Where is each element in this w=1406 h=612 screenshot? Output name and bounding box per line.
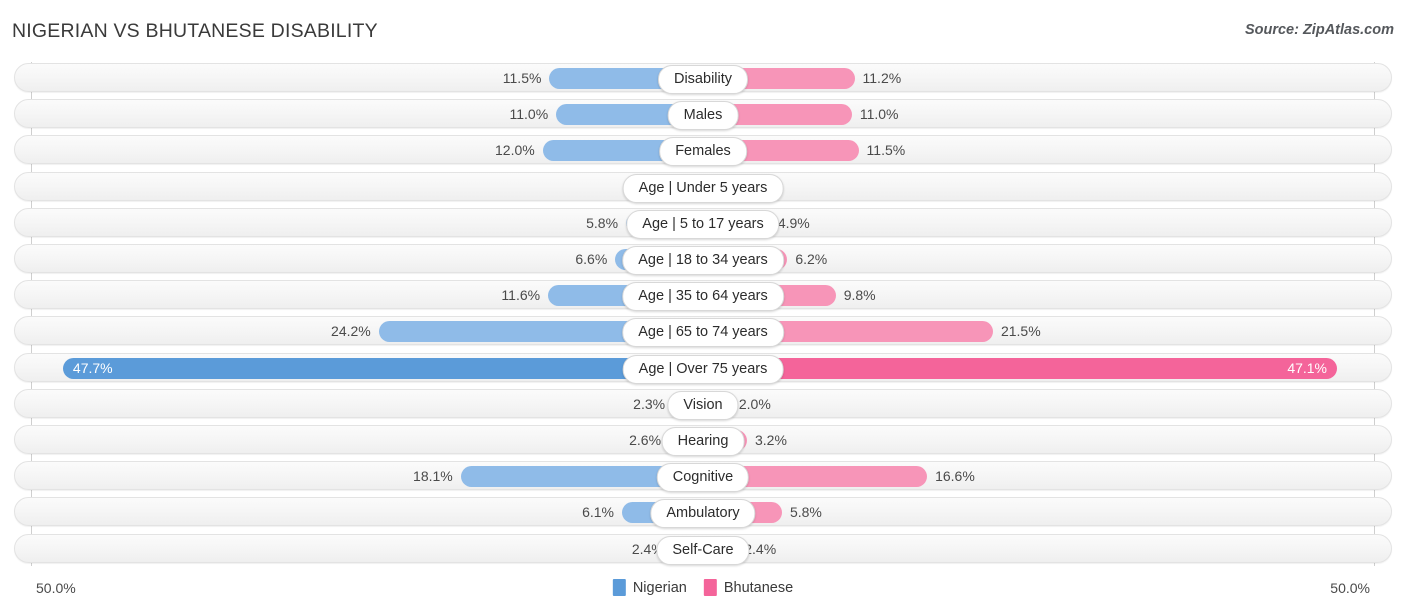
- chart-row[interactable]: 6.6% 6.2% Age | 18 to 34 years: [14, 244, 1392, 275]
- legend-item[interactable]: Nigerian: [612, 579, 687, 596]
- legend-swatch-icon: [612, 579, 626, 596]
- value-label-nigerian: 24.2%: [331, 323, 371, 340]
- chart-row[interactable]: 5.8% 4.9% Age | 5 to 17 years: [14, 207, 1392, 239]
- chart-row[interactable]: 11.6% 9.8% Age | 35 to 64 years: [14, 280, 1392, 312]
- category-label[interactable]: Age | 65 to 74 years: [622, 318, 784, 348]
- legend-item[interactable]: Bhutanese: [703, 579, 794, 596]
- chart-footer: 50.0% 50.0% Nigerian Bhutanese: [0, 570, 1406, 612]
- value-label-nigerian: 11.6%: [501, 287, 541, 304]
- value-label-bhutanese: 11.5%: [866, 142, 906, 159]
- chart-row[interactable]: 2.3% 2.0% Vision: [14, 388, 1392, 420]
- value-label-nigerian: 11.5%: [502, 70, 542, 86]
- value-label-nigerian: 11.0%: [509, 106, 549, 123]
- chart-plot-area: 11.5% 11.2% Disability 11.0% 11.0% Males 12.0%…: [0, 58, 1406, 570]
- value-label-bhutanese: 2.4%: [744, 540, 777, 557]
- chart-row[interactable]: 18.1% 16.6% Cognitive: [14, 461, 1392, 493]
- value-label-bhutanese: 11.0%: [859, 106, 899, 123]
- value-label-bhutanese: 47.1%: [1287, 359, 1328, 376]
- axis-tick-right: 50.0%: [1330, 580, 1370, 596]
- axis-tick-left: 50.0%: [36, 580, 76, 596]
- chart-rows: 11.5% 11.2% Disability 11.0% 11.0% Males 12.0%…: [0, 58, 1406, 570]
- value-label-bhutanese: 2.0%: [738, 395, 771, 412]
- chart-row[interactable]: 11.0% 11.0% Males: [14, 99, 1392, 131]
- value-label-bhutanese: 11.2%: [862, 70, 902, 86]
- category-label[interactable]: Age | 35 to 64 years: [622, 282, 784, 312]
- value-label-nigerian: 2.3%: [633, 395, 666, 412]
- chart-row[interactable]: 2.6% 3.2% Hearing: [14, 425, 1392, 456]
- page-title: NIGERIAN VS BHUTANESE DISABILITY: [12, 20, 378, 42]
- category-label[interactable]: Cognitive: [656, 463, 750, 493]
- source-attribution: Source: ZipAtlas.com: [1244, 22, 1394, 38]
- category-label[interactable]: Females: [659, 137, 747, 167]
- value-label-nigerian: 47.7%: [72, 359, 113, 376]
- category-label[interactable]: Age | 5 to 17 years: [626, 209, 780, 239]
- value-label-nigerian: 2.6%: [629, 432, 662, 448]
- chart-row[interactable]: 47.7% 47.1% Age | Over 75 years: [14, 352, 1392, 384]
- legend-swatch-icon: [703, 579, 717, 596]
- chart-row[interactable]: 11.5% 11.2% Disability: [14, 63, 1392, 94]
- category-label[interactable]: Ambulatory: [650, 499, 756, 529]
- chart-header: NIGERIAN VS BHUTANESE DISABILITY Source:…: [0, 0, 1406, 58]
- category-label[interactable]: Hearing: [661, 427, 745, 456]
- value-label-bhutanese: 5.8%: [789, 504, 822, 521]
- chart-row[interactable]: 12.0% 11.5% Females: [14, 135, 1392, 167]
- chart-row[interactable]: 1.3%1.2%Age | Under 5 years: [14, 171, 1392, 203]
- chart-row[interactable]: 24.2% 21.5% Age | 65 to 74 years: [14, 316, 1392, 348]
- category-label[interactable]: Self-Care: [656, 535, 750, 565]
- value-label-bhutanese: 4.9%: [777, 214, 810, 231]
- value-label-bhutanese: 9.8%: [843, 287, 876, 304]
- category-label[interactable]: Age | 18 to 34 years: [622, 246, 784, 275]
- category-label[interactable]: Age | Over 75 years: [622, 354, 784, 384]
- chart-row[interactable]: 6.1% 5.8% Ambulatory: [14, 497, 1392, 529]
- value-label-nigerian: 6.6%: [575, 251, 608, 267]
- value-label-bhutanese: 3.2%: [755, 432, 787, 448]
- category-label[interactable]: Age | Under 5 years: [622, 173, 784, 203]
- value-label-nigerian: 12.0%: [495, 142, 535, 159]
- chart-row[interactable]: 2.4% 2.4% Self-Care: [14, 533, 1392, 565]
- category-label[interactable]: Vision: [667, 390, 739, 420]
- legend-label: Bhutanese: [723, 579, 794, 596]
- value-label-nigerian: 5.8%: [586, 214, 619, 231]
- chart-legend: Nigerian Bhutanese: [612, 579, 794, 596]
- value-label-nigerian: 6.1%: [582, 504, 615, 521]
- value-label-nigerian: 2.4%: [631, 540, 664, 557]
- value-label-bhutanese: 16.6%: [935, 468, 975, 485]
- category-label[interactable]: Males: [667, 101, 739, 131]
- value-label-bhutanese: 6.2%: [795, 251, 828, 267]
- value-label-bhutanese: 21.5%: [1000, 323, 1041, 340]
- category-label[interactable]: Disability: [657, 65, 749, 94]
- legend-label: Nigerian: [632, 579, 687, 596]
- value-label-nigerian: 18.1%: [413, 468, 453, 485]
